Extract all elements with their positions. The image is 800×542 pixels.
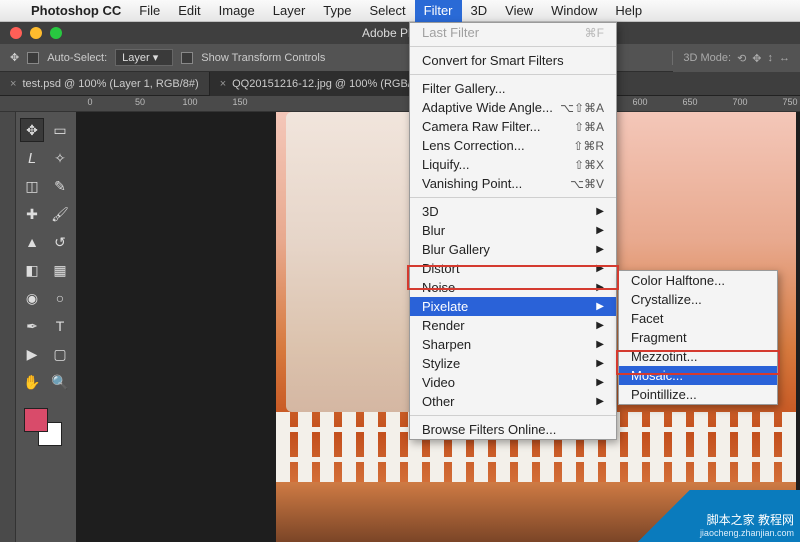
orbit-icon[interactable]: ⟲ [737,52,746,65]
menu-item-sharpen[interactable]: Sharpen▶ [410,335,616,354]
3d-mode-label: 3D Mode: [683,52,731,64]
submenu-item-fragment[interactable]: Fragment [619,328,777,347]
lasso-tool[interactable]: 𝘓 [20,146,44,170]
menu-filter[interactable]: Filter [415,0,462,22]
menu-item-last-filter: Last Filter⌘F [410,23,616,42]
magic-wand-tool[interactable]: ✧ [48,146,72,170]
menu-item-smart-filters[interactable]: Convert for Smart Filters [410,51,616,70]
auto-select-dropdown[interactable]: Layer ▾ [115,49,173,66]
menu-layer[interactable]: Layer [264,0,315,22]
ruler-vertical[interactable] [0,112,16,542]
menu-item-stylize[interactable]: Stylize▶ [410,354,616,373]
clone-stamp-tool[interactable]: ▲ [20,230,44,254]
pixelate-submenu: Color Halftone...Crystallize...FacetFrag… [618,270,778,405]
menu-item-blur-gallery[interactable]: Blur Gallery▶ [410,240,616,259]
rect-marquee-tool[interactable]: ▭ [48,118,72,142]
rectangle-tool[interactable]: ▢ [48,342,72,366]
document-tab-2[interactable]: × QQ20151216-12.jpg @ 100% (RGB/8*) [210,72,436,96]
ruler-tick: 0 [87,97,92,107]
menu-item-video[interactable]: Video▶ [410,373,616,392]
submenu-item-crystallize[interactable]: Crystallize... [619,290,777,309]
close-icon[interactable]: × [10,72,16,96]
history-brush-tool[interactable]: ↺ [48,230,72,254]
menu-3d[interactable]: 3D [462,0,497,22]
document-tab-1[interactable]: × test.psd @ 100% (Layer 1, RGB/8#) [0,72,210,96]
document-tab-label: QQ20151216-12.jpg @ 100% (RGB/8*) [232,72,425,96]
submenu-item-mezzotint[interactable]: Mezzotint... [619,347,777,366]
menu-edit[interactable]: Edit [169,0,209,22]
zoom-tool[interactable]: 🔍 [48,370,72,394]
ruler-tick: 600 [632,97,647,107]
crop-tool[interactable]: ◫ [20,174,44,198]
menu-item-pixelate[interactable]: Pixelate▶ [410,297,616,316]
hand-tool[interactable]: ✋ [20,370,44,394]
ruler-tick: 700 [732,97,747,107]
menu-help[interactable]: Help [606,0,651,22]
menu-window[interactable]: Window [542,0,606,22]
slide-icon[interactable]: ↔ [779,52,790,64]
blur-tool[interactable]: ◉ [20,286,44,310]
menu-item-render[interactable]: Render▶ [410,316,616,335]
document-tab-label: test.psd @ 100% (Layer 1, RGB/8#) [22,72,198,96]
submenu-item-pointillize[interactable]: Pointillize... [619,385,777,404]
show-transform-checkbox[interactable] [181,52,193,64]
menu-item-liquify[interactable]: Liquify...⇧⌘X [410,155,616,174]
menu-item-other[interactable]: Other▶ [410,392,616,411]
auto-select-checkbox[interactable] [27,52,39,64]
submenu-item-mosaic[interactable]: Mosaic... [619,366,777,385]
close-icon[interactable]: × [220,72,226,96]
window-close-button[interactable] [10,27,22,39]
app-menu[interactable]: Photoshop CC [22,0,130,22]
menu-item-lens-correction[interactable]: Lens Correction...⇧⌘R [410,136,616,155]
menu-image[interactable]: Image [210,0,264,22]
show-transform-label: Show Transform Controls [201,52,325,64]
color-swatches[interactable] [24,408,64,448]
ruler-tick: 100 [182,97,197,107]
menu-type[interactable]: Type [314,0,360,22]
move-tool[interactable]: ✥ [20,118,44,142]
eraser-tool[interactable]: ◧ [20,258,44,282]
dodge-tool[interactable]: ○ [48,286,72,310]
submenu-item-facet[interactable]: Facet [619,309,777,328]
menu-select[interactable]: Select [360,0,414,22]
menu-item-distort[interactable]: Distort▶ [410,259,616,278]
pan-icon[interactable]: ✥ [752,52,761,65]
document-tabs: × test.psd @ 100% (Layer 1, RGB/8#) × QQ… [0,72,800,96]
healing-brush-tool[interactable]: ✚ [20,202,44,226]
pen-tool[interactable]: ✒ [20,314,44,338]
ruler-tick: 50 [135,97,145,107]
menu-item-filter-gallery[interactable]: Filter Gallery... [410,79,616,98]
ruler-tick: 750 [782,97,797,107]
watermark: 脚本之家 教程网 jiaocheng.zhanjian.com [620,490,800,542]
menu-item-3d[interactable]: 3D▶ [410,202,616,221]
fg-color-swatch[interactable] [24,408,48,432]
menu-item-vanishing-point[interactable]: Vanishing Point...⌥⌘V [410,174,616,193]
menu-item-adaptive-wide-angle[interactable]: Adaptive Wide Angle...⌥⇧⌘A [410,98,616,117]
auto-select-label: Auto-Select: [47,52,107,64]
menu-view[interactable]: View [496,0,542,22]
ruler-horizontal[interactable]: 0 50 100 150 600 650 700 750 [0,96,800,112]
menu-item-blur[interactable]: Blur▶ [410,221,616,240]
window-titlebar: Adobe Photoshop CC 2015 [0,22,800,44]
menu-item-noise[interactable]: Noise▶ [410,278,616,297]
gradient-tool[interactable]: ▦ [48,258,72,282]
path-select-tool[interactable]: ▶ [20,342,44,366]
ruler-tick: 150 [232,97,247,107]
filter-menu-dropdown: Last Filter⌘F Convert for Smart Filters … [409,22,617,440]
window-minimize-button[interactable] [30,27,42,39]
window-zoom-button[interactable] [50,27,62,39]
move-tool-indicator-icon: ✥ [10,51,19,64]
mac-menubar: Photoshop CC File Edit Image Layer Type … [0,0,800,22]
tools-panel: ✥▭𝘓✧◫✎✚🖌▲↺◧▦◉○✒T▶▢✋🔍 [16,112,76,542]
ruler-tick: 650 [682,97,697,107]
type-tool[interactable]: T [48,314,72,338]
brush-tool[interactable]: 🖌 [48,202,72,226]
options-bar-3d: 3D Mode: ⟲ ✥ ↕ ↔ [673,44,800,72]
menu-item-browse-filters[interactable]: Browse Filters Online... [410,420,616,439]
dolly-icon[interactable]: ↕ [768,52,774,64]
eyedropper-tool[interactable]: ✎ [48,174,72,198]
menu-file[interactable]: File [130,0,169,22]
submenu-item-color-halftone[interactable]: Color Halftone... [619,271,777,290]
menu-item-camera-raw-filter[interactable]: Camera Raw Filter...⇧⌘A [410,117,616,136]
